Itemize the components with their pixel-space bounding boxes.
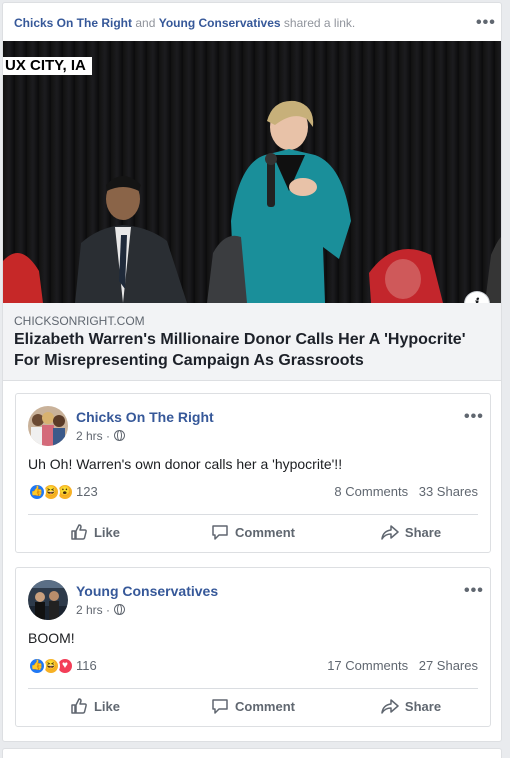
- chair-studs: [385, 259, 421, 299]
- post-text: BOOM!: [28, 630, 75, 646]
- thumbs-up-icon: [71, 524, 87, 540]
- like-button[interactable]: Like: [16, 515, 174, 549]
- shares-count[interactable]: 33 Shares: [419, 484, 478, 499]
- post-time[interactable]: 2 hrs ·: [76, 429, 110, 443]
- more-horizontal-icon[interactable]: •••: [476, 15, 496, 31]
- more-horizontal-icon[interactable]: •••: [464, 583, 484, 599]
- post-meta: 2 hrs ·: [76, 429, 126, 443]
- globe-icon[interactable]: [114, 604, 126, 615]
- comment-button[interactable]: Comment: [174, 515, 332, 549]
- share-button[interactable]: Share: [332, 515, 490, 549]
- location-caption: UX CITY, IA: [3, 57, 92, 75]
- share-icon: [381, 699, 399, 714]
- post-stats: 8 Comments 33 Shares: [334, 484, 478, 499]
- shares-count[interactable]: 27 Shares: [419, 658, 478, 673]
- shared-link-card: Chicks On The Right and Young Conservati…: [2, 2, 502, 742]
- avatar[interactable]: [28, 580, 68, 620]
- action-bar: Like Comment Share: [16, 689, 490, 723]
- post-stats: 17 Comments 27 Shares: [327, 658, 478, 673]
- share-button[interactable]: Share: [332, 689, 490, 723]
- share-icon: [381, 525, 399, 540]
- share-header: Chicks On The Right and Young Conservati…: [14, 16, 355, 30]
- next-feed-card: [2, 748, 502, 758]
- image-scene: [3, 100, 501, 303]
- thumbs-up-icon: [71, 698, 87, 714]
- like-label: Like: [93, 698, 120, 714]
- link-headline[interactable]: Elizabeth Warren's Millionaire Donor Cal…: [14, 329, 494, 371]
- shared-post-young-conservatives: Young Conservatives 2 hrs · ••• BOOM! 👍 …: [15, 567, 491, 727]
- share-label: Share: [404, 524, 442, 540]
- post-text: Uh Oh! Warren's own donor calls her a 'h…: [28, 456, 343, 472]
- comment-label: Comment: [235, 524, 295, 540]
- microphone-head: [265, 153, 277, 165]
- link-preview[interactable]: CHICKSONRIGHT.COM Elizabeth Warren's Mil…: [3, 303, 501, 381]
- woman-hand: [289, 178, 317, 196]
- like-reaction-icon: 👍: [28, 657, 46, 675]
- avatar-image: [28, 580, 68, 620]
- globe-icon[interactable]: [114, 430, 126, 441]
- reaction-count[interactable]: 116: [76, 658, 97, 673]
- comment-icon: [212, 525, 228, 540]
- action-bar: Like Comment Share: [16, 515, 490, 549]
- comment-button[interactable]: Comment: [174, 689, 332, 723]
- avatar[interactable]: [28, 406, 68, 446]
- share-header-action: shared a link.: [283, 16, 356, 30]
- avatar-image: [28, 406, 68, 446]
- like-button[interactable]: Like: [16, 689, 174, 723]
- comments-count[interactable]: 8 Comments: [334, 484, 408, 499]
- share-label: Share: [404, 698, 442, 714]
- right-edge-person: [485, 237, 501, 303]
- shared-post-chicks-on-the-right: Chicks On The Right 2 hrs · ••• Uh Oh! W…: [15, 393, 491, 553]
- link-domain: CHICKSONRIGHT.COM: [14, 314, 145, 328]
- comment-icon: [212, 699, 228, 714]
- post-author[interactable]: Chicks On The Right: [76, 409, 214, 425]
- chair-left: [3, 253, 43, 303]
- comment-label: Comment: [235, 698, 295, 714]
- like-label: Like: [93, 524, 120, 540]
- background-person: [207, 235, 247, 303]
- more-horizontal-icon[interactable]: •••: [464, 409, 484, 425]
- like-reaction-icon: 👍: [28, 483, 46, 501]
- link-image[interactable]: UX CITY, IA: [3, 41, 501, 303]
- share-header-connector: and: [135, 16, 156, 30]
- post-time[interactable]: 2 hrs ·: [76, 603, 110, 617]
- post-author[interactable]: Young Conservatives: [76, 583, 218, 599]
- comments-count[interactable]: 17 Comments: [327, 658, 408, 673]
- page-link-young-conservatives[interactable]: Young Conservatives: [159, 16, 281, 30]
- man-suit: [75, 225, 187, 303]
- page-link-chicks-on-the-right[interactable]: Chicks On The Right: [14, 16, 132, 30]
- reaction-count[interactable]: 123: [76, 484, 98, 499]
- post-meta: 2 hrs ·: [76, 603, 126, 617]
